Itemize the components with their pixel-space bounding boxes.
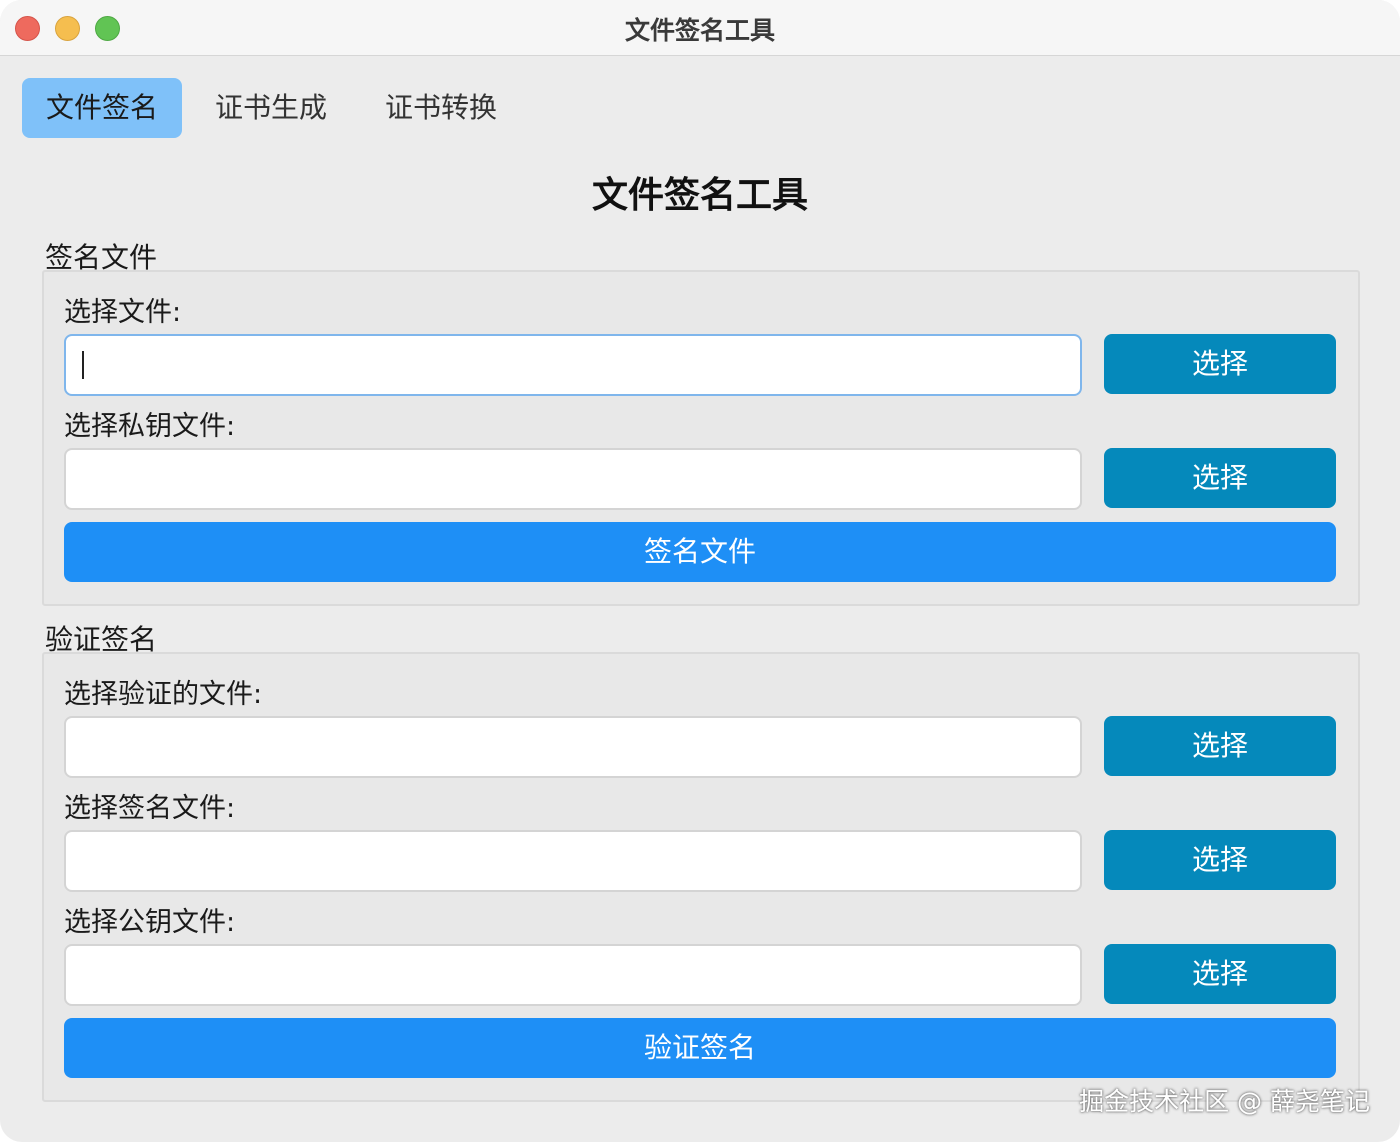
private-key-label: 选择私钥文件: <box>64 411 236 442</box>
select-public-key-button[interactable]: 选择 <box>1104 944 1336 1004</box>
sign-file-button[interactable]: 签名文件 <box>64 522 1336 582</box>
select-file-button[interactable]: 选择 <box>1104 334 1336 394</box>
tab-file-sign[interactable]: 文件签名 <box>22 78 182 138</box>
app-window: 文件签名工具 文件签名 证书生成 证书转换 文件签名工具 签名文件 选择文件: … <box>0 0 1400 1142</box>
signature-file-input[interactable] <box>64 830 1082 892</box>
window-title: 文件签名工具 <box>624 16 775 45</box>
public-key-label: 选择公钥文件: <box>64 907 236 938</box>
file-input[interactable] <box>64 334 1082 396</box>
select-private-key-button[interactable]: 选择 <box>1104 448 1336 508</box>
page-title: 文件签名工具 <box>591 175 808 216</box>
signature-file-label: 选择签名文件: <box>64 793 236 824</box>
verify-file-label: 选择验证的文件: <box>64 679 263 710</box>
tab-cert-generate[interactable]: 证书生成 <box>196 78 346 138</box>
verify-signature-button[interactable]: 验证签名 <box>64 1018 1336 1078</box>
private-key-input[interactable] <box>64 448 1082 510</box>
title-bar: 文件签名工具 <box>0 0 1400 56</box>
watermark: 掘金技术社区 @ 薛尧笔记 <box>1079 1087 1370 1116</box>
file-label: 选择文件: <box>64 297 182 328</box>
verify-file-input[interactable] <box>64 716 1082 778</box>
tab-cert-convert[interactable]: 证书转换 <box>366 78 516 138</box>
select-verify-file-button[interactable]: 选择 <box>1104 716 1336 776</box>
text-caret <box>82 351 84 379</box>
select-signature-file-button[interactable]: 选择 <box>1104 830 1336 890</box>
public-key-input[interactable] <box>64 944 1082 1006</box>
